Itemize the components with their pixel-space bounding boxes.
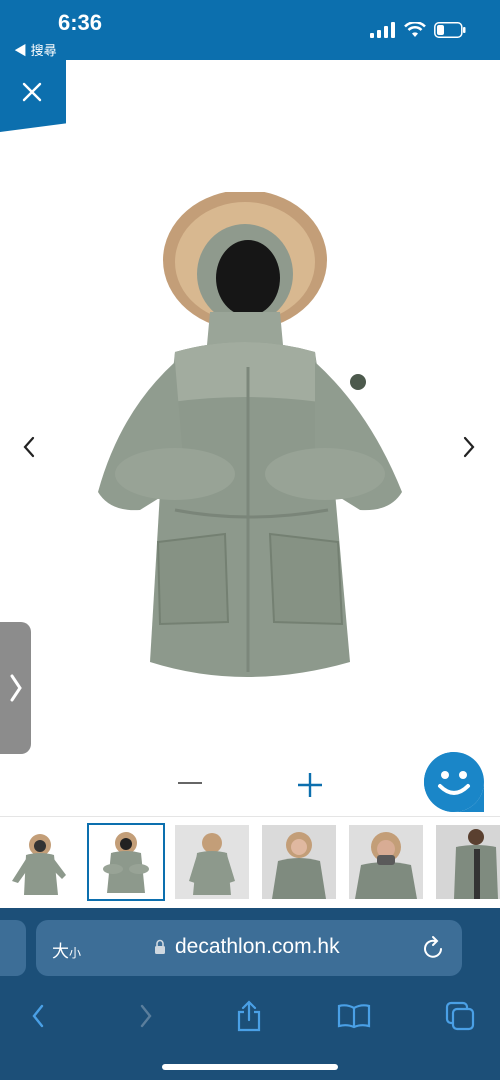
text-size-large: 大	[52, 942, 69, 961]
chevron-right-icon	[463, 436, 475, 458]
thumbnail-4[interactable]	[262, 825, 336, 899]
home-indicator[interactable]	[162, 1064, 338, 1070]
thumbnail-1[interactable]	[2, 825, 76, 899]
previous-image-button[interactable]	[14, 432, 44, 462]
thumbnail-3[interactable]	[175, 825, 249, 899]
status-time: 6:36	[58, 10, 103, 35]
back-button[interactable]	[18, 996, 58, 1036]
forward-button[interactable]	[126, 996, 166, 1036]
thumbnail-2[interactable]	[87, 823, 165, 901]
smiley-icon	[424, 752, 484, 812]
minus-icon	[178, 782, 202, 784]
thumbnail-strip	[0, 816, 500, 909]
thumbnail-5[interactable]	[349, 825, 423, 899]
parka-thumbnail	[175, 825, 249, 899]
chevron-left-icon	[32, 1004, 44, 1028]
text-size-small: 小	[69, 946, 82, 960]
parka-thumbnail	[89, 825, 163, 899]
chevron-right-icon	[10, 674, 22, 702]
close-icon	[22, 82, 42, 102]
thumbnail-6[interactable]	[436, 825, 500, 899]
chevron-right-icon	[140, 1004, 152, 1028]
wifi-icon	[404, 22, 426, 37]
chevron-left-icon	[23, 436, 35, 458]
reload-icon[interactable]	[422, 935, 446, 961]
signal-icon	[370, 22, 395, 38]
text-size-button[interactable]: 大小	[52, 937, 81, 962]
model-thumbnail	[349, 825, 423, 899]
browser-chrome: 大小 decathlon.com.hk	[0, 908, 500, 1080]
chat-button[interactable]	[422, 750, 486, 814]
previous-tab-stub[interactable]	[0, 920, 26, 976]
side-panel-tab[interactable]	[0, 622, 31, 754]
status-bar: 6:36 ◀ 搜尋	[0, 0, 500, 60]
next-image-button[interactable]	[454, 432, 484, 462]
product-image[interactable]	[80, 192, 420, 692]
address-bar[interactable]: 大小 decathlon.com.hk	[36, 920, 462, 976]
tabs-button[interactable]	[440, 996, 480, 1036]
parka-thumbnail	[2, 825, 76, 899]
zoom-in-button[interactable]	[290, 765, 330, 805]
lock-icon	[155, 939, 165, 954]
status-icons	[370, 22, 466, 38]
plus-icon	[298, 773, 322, 797]
share-button[interactable]	[229, 996, 269, 1036]
bookmarks-button[interactable]	[334, 996, 374, 1036]
battery-icon	[434, 22, 466, 38]
tabs-icon	[445, 1001, 475, 1031]
book-icon	[337, 1004, 371, 1029]
zoom-out-button[interactable]	[172, 765, 208, 801]
model-thumbnail	[262, 825, 336, 899]
url-text[interactable]: decathlon.com.hk	[175, 935, 340, 959]
product-gallery	[0, 132, 500, 812]
close-button[interactable]	[0, 60, 66, 132]
model-thumbnail	[436, 825, 500, 899]
browser-toolbar	[0, 988, 500, 1048]
share-icon	[237, 1000, 261, 1032]
back-to-search-link[interactable]: ◀ 搜尋	[14, 40, 57, 59]
